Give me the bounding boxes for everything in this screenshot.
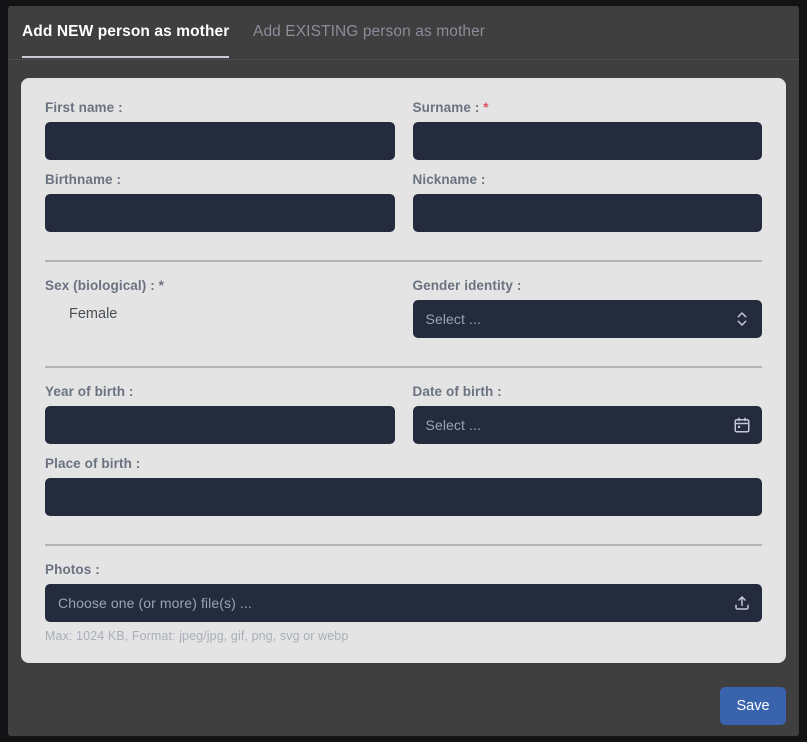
tab-add-new-person[interactable]: Add NEW person as mother — [22, 6, 229, 58]
gender-identity-label: Gender identity : — [413, 278, 763, 293]
first-name-label: First name : — [45, 100, 395, 115]
surname-label-text: Surname : — [413, 100, 480, 115]
photos-hint: Max: 1024 KB, Format: jpeg/jpg, gif, png… — [45, 629, 762, 643]
date-of-birth-picker[interactable]: Select ... — [413, 406, 763, 444]
place-of-birth-label: Place of birth : — [45, 456, 762, 471]
row-birth-dates: Year of birth : Date of birth : Select .… — [45, 384, 762, 456]
sex-biological-value: Female — [45, 300, 395, 328]
divider-2 — [45, 366, 762, 368]
nickname-input[interactable] — [413, 194, 763, 232]
date-of-birth-placeholder: Select ... — [413, 417, 481, 433]
form-panel: First name : Surname : * Birthname : — [21, 78, 786, 663]
calendar-icon[interactable] — [733, 416, 751, 434]
surname-input[interactable] — [413, 122, 763, 160]
first-name-input[interactable] — [45, 122, 395, 160]
row-alt-names: Birthname : Nickname : — [45, 172, 762, 244]
date-of-birth-label: Date of birth : — [413, 384, 763, 399]
surname-label: Surname : * — [413, 100, 763, 115]
photos-file-picker[interactable]: Choose one (or more) file(s) ... — [45, 584, 762, 622]
field-surname: Surname : * — [413, 100, 763, 160]
divider-3 — [45, 544, 762, 546]
form-content: First name : Surname : * Birthname : — [45, 100, 762, 655]
field-sex-biological: Sex (biological) : * Female — [45, 278, 395, 338]
sex-biological-label: Sex (biological) : * — [45, 278, 395, 293]
photos-placeholder: Choose one (or more) file(s) ... — [45, 595, 252, 611]
upload-icon[interactable] — [733, 594, 751, 612]
row-names: First name : Surname : * — [45, 100, 762, 172]
save-button[interactable]: Save — [720, 687, 786, 725]
year-of-birth-label: Year of birth : — [45, 384, 395, 399]
field-place-of-birth: Place of birth : — [45, 456, 762, 516]
divider-1 — [45, 260, 762, 262]
photos-label: Photos : — [45, 562, 762, 577]
birthname-label: Birthname : — [45, 172, 395, 187]
row-sex-gender: Sex (biological) : * Female Gender ident… — [45, 278, 762, 350]
field-year-of-birth: Year of birth : — [45, 384, 395, 444]
row-photos: Photos : Choose one (or more) file(s) ..… — [45, 562, 762, 655]
place-of-birth-input[interactable] — [45, 478, 762, 516]
dialog-window: Add NEW person as mother Add EXISTING pe… — [8, 6, 799, 736]
tab-bar: Add NEW person as mother Add EXISTING pe… — [8, 6, 799, 60]
field-gender-identity: Gender identity : Select ... — [413, 278, 763, 338]
field-date-of-birth: Date of birth : Select ... — [413, 384, 763, 444]
chevron-updown-icon — [733, 310, 751, 328]
field-nickname: Nickname : — [413, 172, 763, 232]
field-birthname: Birthname : — [45, 172, 395, 232]
field-first-name: First name : — [45, 100, 395, 160]
field-photos: Photos : Choose one (or more) file(s) ..… — [45, 562, 762, 643]
birthname-input[interactable] — [45, 194, 395, 232]
gender-identity-placeholder: Select ... — [413, 311, 481, 327]
gender-identity-select[interactable]: Select ... — [413, 300, 763, 338]
nickname-label: Nickname : — [413, 172, 763, 187]
tab-add-existing-person[interactable]: Add EXISTING person as mother — [253, 6, 485, 58]
required-asterisk: * — [483, 100, 488, 115]
row-place-of-birth: Place of birth : — [45, 456, 762, 528]
dialog-footer: Save — [8, 663, 799, 736]
year-of-birth-input[interactable] — [45, 406, 395, 444]
